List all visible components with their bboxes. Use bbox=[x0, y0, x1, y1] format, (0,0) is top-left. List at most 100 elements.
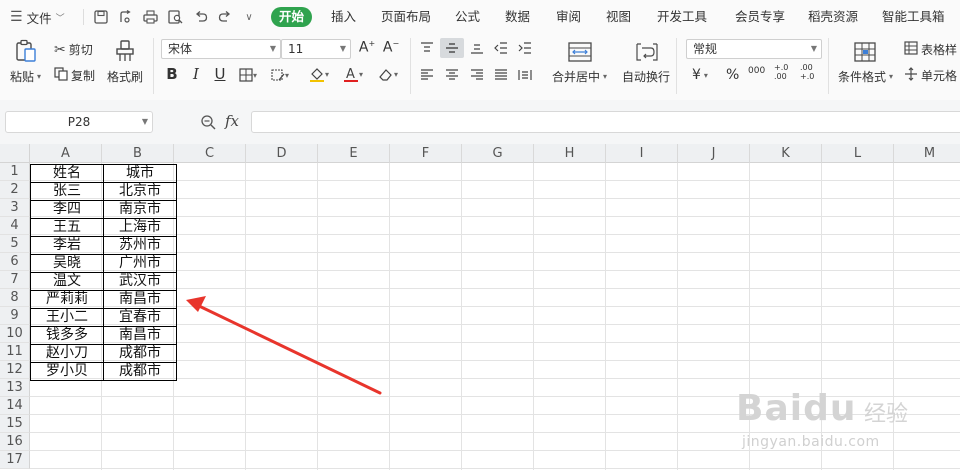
zoom-search-icon[interactable] bbox=[199, 113, 217, 131]
tab-member[interactable]: 会员专享 bbox=[735, 0, 785, 34]
erase-format-icon[interactable]: ▾ bbox=[268, 67, 292, 83]
chevron-down-icon: ▾ bbox=[603, 72, 608, 81]
cut-button[interactable]: ✂ 剪切 bbox=[54, 41, 93, 58]
menu-bar: ☰ 文件 ﹀ ∨ 开始 插入 页面布局 公式 数据 审阅 视图 开发工具 会员专… bbox=[0, 0, 960, 34]
tab-developer[interactable]: 开发工具 bbox=[657, 0, 707, 34]
group-divider bbox=[828, 38, 829, 94]
percent-icon: % bbox=[726, 67, 740, 83]
copy-button[interactable]: 复制 bbox=[54, 67, 95, 84]
align-bottom-icon[interactable] bbox=[468, 40, 486, 56]
chevron-down-icon: ▼ bbox=[810, 44, 817, 53]
align-middle-icon[interactable] bbox=[440, 38, 464, 58]
chevron-down-icon: ▼ bbox=[339, 44, 346, 53]
print-icon[interactable] bbox=[141, 8, 159, 26]
font-name-select[interactable]: 宋体 ▼ bbox=[161, 39, 281, 59]
justify-icon[interactable] bbox=[492, 67, 510, 83]
conditional-format-button[interactable]: 条件格式 ▾ bbox=[838, 68, 893, 85]
borders-icon[interactable]: ▾ bbox=[236, 67, 260, 83]
save-icon[interactable] bbox=[92, 8, 110, 26]
font-color-icon[interactable]: A ▾ bbox=[339, 65, 367, 83]
file-menu-label: 文件 bbox=[26, 10, 52, 26]
chevron-down-icon: ﹀ bbox=[55, 13, 65, 24]
tab-data[interactable]: 数据 bbox=[505, 0, 530, 34]
group-divider bbox=[676, 38, 677, 94]
wrap-text-label: 自动换行 bbox=[622, 70, 671, 84]
table-style-icon bbox=[904, 41, 918, 58]
file-menu[interactable]: ☰ 文件 ﹀ bbox=[10, 0, 65, 34]
wrap-text-button[interactable]: 自动换行 bbox=[622, 68, 670, 85]
tab-review[interactable]: 审阅 bbox=[556, 0, 581, 34]
eraser-icon[interactable]: ▾ bbox=[374, 65, 402, 83]
chevron-down-icon: ▼ bbox=[141, 117, 148, 126]
paste-button[interactable]: 粘贴 ▾ bbox=[10, 68, 41, 85]
print-preview-icon[interactable] bbox=[166, 8, 184, 26]
paste-icon[interactable] bbox=[14, 38, 38, 64]
percent-button[interactable]: % bbox=[726, 67, 739, 83]
align-right-icon[interactable] bbox=[468, 67, 486, 83]
decrease-font-icon[interactable]: A− bbox=[382, 39, 400, 56]
menu-divider bbox=[83, 9, 84, 25]
table-style-label: 表格样 bbox=[921, 43, 958, 57]
tab-formulas[interactable]: 公式 bbox=[455, 0, 480, 34]
italic-button[interactable]: I bbox=[188, 65, 204, 83]
cut-label: 剪切 bbox=[68, 43, 93, 57]
tab-docer-resources[interactable]: 稻壳资源 bbox=[808, 0, 858, 34]
format-painter-icon[interactable] bbox=[114, 39, 136, 63]
format-painter-button[interactable]: 格式刷 bbox=[107, 68, 143, 85]
name-box[interactable]: P28 ▼ bbox=[5, 111, 153, 133]
number-format-select[interactable]: 常规 ▼ bbox=[686, 39, 822, 59]
cell-button[interactable]: 单元格 bbox=[904, 67, 957, 84]
annotation-arrow bbox=[186, 296, 382, 395]
font-size-select[interactable]: 11 ▼ bbox=[281, 39, 351, 59]
number-format-value: 常规 bbox=[693, 42, 718, 56]
spreadsheet-grid[interactable]: ABCDEFGHIJKLM 1 2 3 4 5 6 7 8 9 10 11 12 13 14 15 16 17 … bbox=[0, 144, 960, 470]
increase-indent-icon[interactable] bbox=[516, 40, 534, 56]
align-top-icon[interactable] bbox=[418, 40, 436, 56]
increase-font-icon[interactable]: A+ bbox=[358, 39, 376, 56]
bold-button[interactable]: B bbox=[164, 65, 180, 83]
chevron-down-icon[interactable]: ∨ bbox=[240, 8, 258, 26]
copy-label: 复制 bbox=[71, 69, 96, 83]
currency-button[interactable]: ¥ ▾ bbox=[692, 67, 708, 83]
redo-icon[interactable] bbox=[216, 8, 234, 26]
tab-page-layout[interactable]: 页面布局 bbox=[381, 0, 431, 34]
increase-decimal-icon: +.0 .00 bbox=[774, 63, 789, 81]
tab-home[interactable]: 开始 bbox=[271, 7, 313, 27]
decrease-decimal-button[interactable]: .00 +.0 bbox=[800, 63, 818, 81]
thousands-separator-button[interactable]: 000 bbox=[748, 66, 765, 76]
conditional-format-icon[interactable] bbox=[852, 40, 878, 64]
svg-text:A: A bbox=[346, 67, 355, 82]
tab-insert[interactable]: 插入 bbox=[331, 0, 356, 34]
formula-input[interactable] bbox=[251, 111, 960, 133]
group-divider bbox=[410, 38, 411, 94]
cell-label: 单元格 bbox=[921, 69, 958, 83]
fill-color-icon[interactable]: ▾ bbox=[305, 65, 333, 83]
fx-icon[interactable]: fx bbox=[225, 112, 239, 130]
table-style-button[interactable]: 表格样 bbox=[904, 41, 957, 58]
distribute-icon[interactable] bbox=[516, 67, 534, 83]
conditional-format-label: 条件格式 bbox=[838, 70, 887, 84]
chevron-down-icon: ▾ bbox=[889, 72, 894, 81]
decrease-decimal-icon: .00 +.0 bbox=[800, 63, 815, 81]
increase-decimal-button[interactable]: +.0 .00 bbox=[774, 63, 792, 81]
decrease-indent-icon[interactable] bbox=[492, 40, 510, 56]
paste-label: 粘贴 bbox=[10, 70, 35, 84]
hamburger-icon: ☰ bbox=[10, 9, 23, 25]
merge-center-label: 合并居中 bbox=[552, 70, 601, 84]
underline-button[interactable]: U bbox=[212, 65, 228, 83]
ribbon-toolbar: 粘贴 ▾ ✂ 剪切 复制 格式刷 宋体 ▼ 11 ▼ A+ A− B I U ▾ … bbox=[0, 34, 960, 101]
wrap-text-icon[interactable] bbox=[633, 40, 661, 64]
share-icon[interactable] bbox=[116, 8, 134, 26]
tab-smart-toolbox[interactable]: 智能工具箱 bbox=[882, 0, 945, 34]
merge-center-icon[interactable] bbox=[566, 40, 594, 64]
tab-view[interactable]: 视图 bbox=[606, 0, 631, 34]
undo-icon[interactable] bbox=[192, 8, 210, 26]
font-name-value: 宋体 bbox=[168, 42, 193, 56]
format-painter-label: 格式刷 bbox=[107, 70, 144, 84]
group-divider bbox=[153, 38, 154, 94]
copy-icon bbox=[54, 67, 68, 84]
align-center-icon[interactable] bbox=[443, 67, 461, 83]
chevron-down-icon: ▼ bbox=[269, 44, 276, 53]
merge-center-button[interactable]: 合并居中 ▾ bbox=[552, 68, 607, 85]
align-left-icon[interactable] bbox=[418, 67, 436, 83]
